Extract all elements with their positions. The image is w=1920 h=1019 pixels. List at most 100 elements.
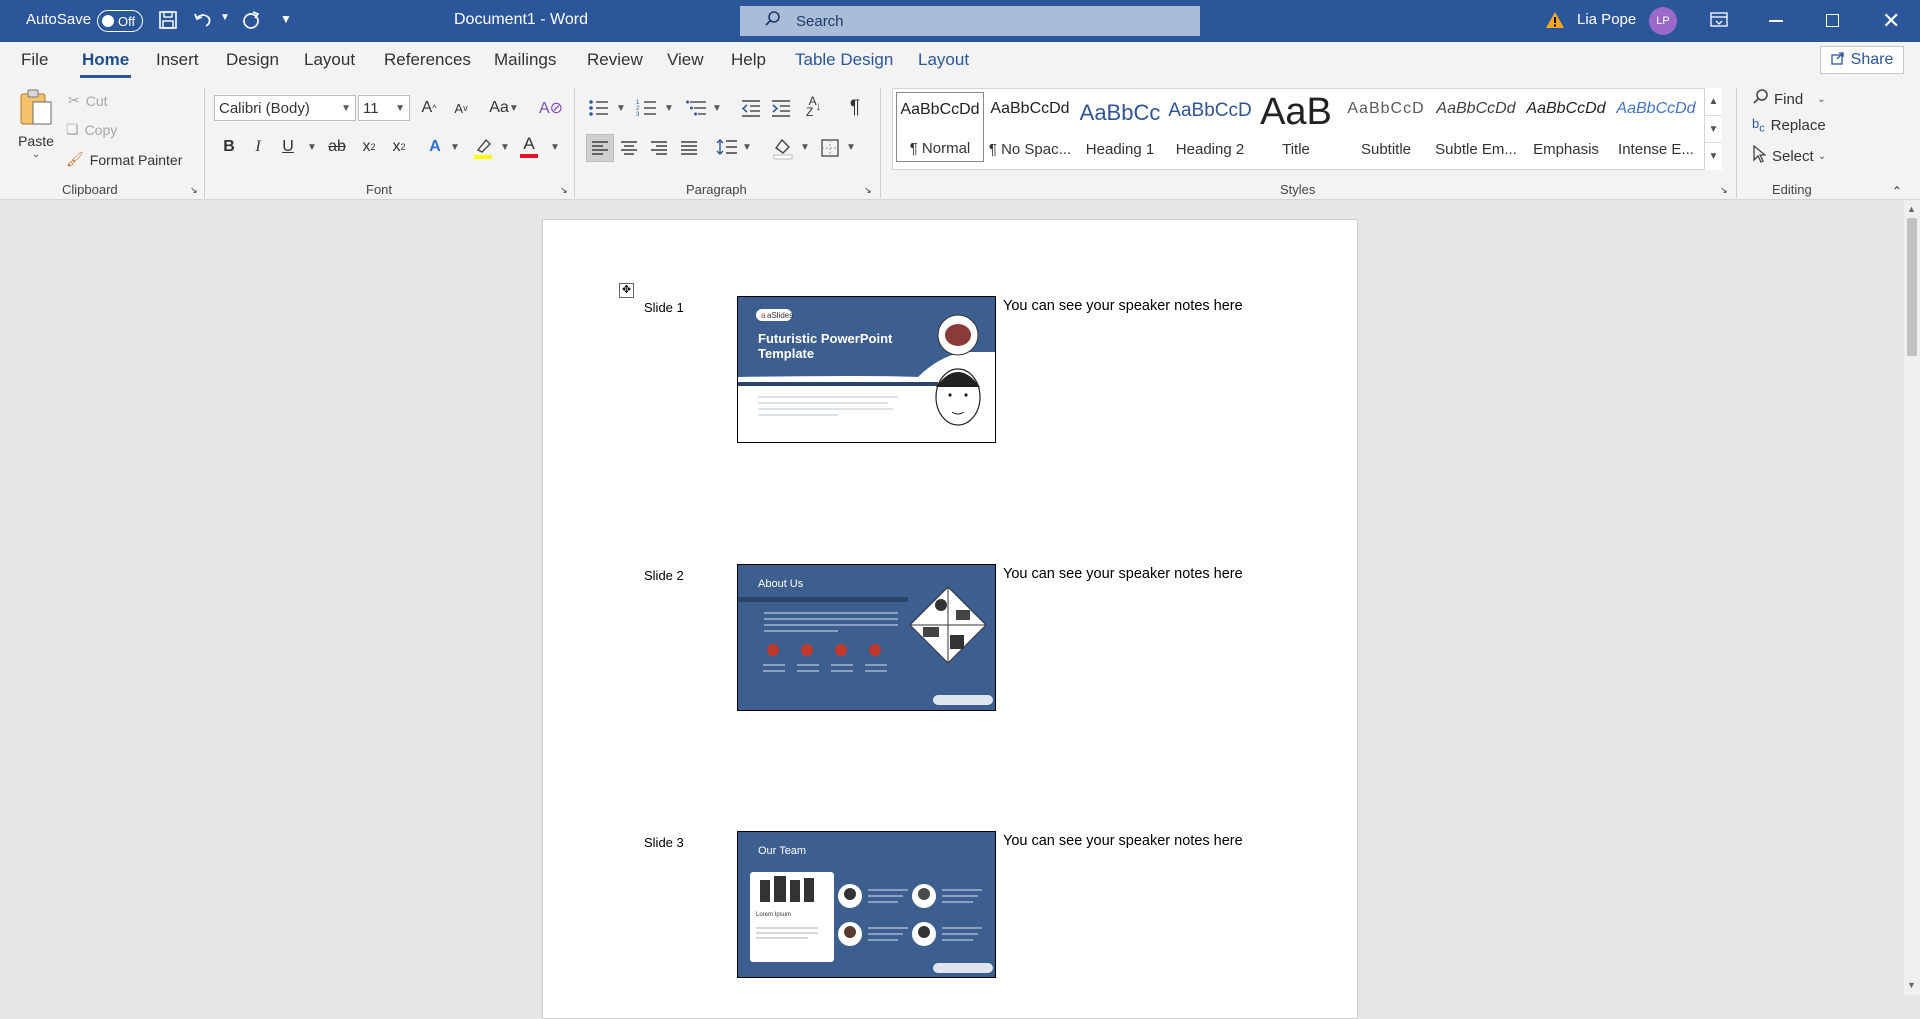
avatar[interactable]: LP bbox=[1649, 7, 1677, 35]
grow-font-icon[interactable]: A ^ bbox=[418, 97, 440, 119]
save-icon[interactable] bbox=[158, 10, 178, 30]
text-effects-dropdown-icon[interactable]: ▼ bbox=[450, 142, 460, 153]
multilevel-list-icon[interactable] bbox=[686, 98, 708, 121]
strikethrough-icon[interactable]: ab bbox=[326, 136, 348, 158]
line-spacing-icon[interactable] bbox=[716, 138, 738, 159]
align-right-icon[interactable] bbox=[650, 140, 668, 159]
tab-review[interactable]: Review bbox=[587, 50, 643, 70]
restore-button[interactable] bbox=[1826, 14, 1839, 27]
bold-icon[interactable]: B bbox=[218, 136, 240, 158]
customize-qat-icon[interactable]: ▼ bbox=[280, 12, 292, 26]
more-styles-icon[interactable]: ▼ bbox=[1705, 142, 1722, 169]
search-box[interactable]: Search bbox=[740, 6, 1200, 36]
undo-dropdown-icon[interactable]: ▼ bbox=[220, 12, 230, 23]
warning-icon[interactable] bbox=[1545, 10, 1565, 30]
underline-dropdown-icon[interactable]: ▼ bbox=[307, 142, 317, 153]
style-no-spacing[interactable]: AaBbCcDd ¶ No Spac... bbox=[986, 92, 1074, 162]
cut-button[interactable]: ✂ Cut bbox=[68, 92, 108, 109]
tab-table-layout[interactable]: Layout bbox=[918, 50, 969, 70]
shading-icon[interactable] bbox=[772, 136, 794, 163]
close-button[interactable]: ✕ bbox=[1882, 8, 1900, 34]
autosave-toggle[interactable]: Off bbox=[97, 10, 143, 32]
slide-thumbnail[interactable]: About Us bbox=[737, 564, 996, 711]
borders-icon[interactable] bbox=[820, 138, 840, 161]
replace-button[interactable]: bc Replace bbox=[1752, 116, 1826, 135]
styles-launcher-icon[interactable]: ↘ bbox=[1720, 185, 1728, 196]
scroll-thumb[interactable] bbox=[1907, 218, 1917, 356]
ribbon-display-options-icon[interactable] bbox=[1710, 12, 1728, 28]
redo-icon[interactable] bbox=[240, 9, 262, 31]
font-size-combo[interactable]: 11 ▼ bbox=[358, 95, 410, 121]
decrease-indent-icon[interactable] bbox=[740, 98, 762, 121]
borders-dropdown-icon[interactable]: ▼ bbox=[846, 142, 856, 153]
tab-design[interactable]: Design bbox=[226, 50, 279, 70]
share-button[interactable]: Share bbox=[1820, 46, 1904, 74]
style-subtitle[interactable]: AaBbCcD Subtitle bbox=[1342, 92, 1430, 162]
document-page[interactable]: ✥ Slide 1 a aSlides Futuristic PowerPoin… bbox=[542, 219, 1358, 1019]
numbering-dropdown-icon[interactable]: ▼ bbox=[664, 103, 674, 114]
tab-references[interactable]: References bbox=[384, 50, 471, 70]
style-normal[interactable]: AaBbCcDd ¶ Normal bbox=[896, 92, 984, 162]
font-color-dropdown-icon[interactable]: ▼ bbox=[550, 142, 560, 153]
underline-icon[interactable]: U bbox=[277, 136, 299, 158]
bullets-icon[interactable] bbox=[588, 98, 610, 121]
find-button[interactable]: Find ⌄ bbox=[1752, 88, 1826, 110]
copy-button[interactable]: ❏ Copy bbox=[66, 121, 117, 138]
show-formatting-icon[interactable]: ¶ bbox=[844, 97, 866, 119]
tab-file[interactable]: File bbox=[21, 50, 48, 70]
paragraph-launcher-icon[interactable]: ↘ bbox=[864, 185, 872, 196]
change-case-icon[interactable]: Aa ▼ bbox=[486, 97, 522, 119]
scroll-down-icon[interactable]: ▼ bbox=[1907, 980, 1916, 990]
font-name-combo[interactable]: Calibri (Body) ▼ bbox=[214, 95, 356, 121]
numbering-icon[interactable]: 123 bbox=[636, 98, 658, 121]
tab-view[interactable]: View bbox=[667, 50, 704, 70]
table-move-handle-icon[interactable]: ✥ bbox=[619, 283, 634, 298]
ribbon-tabs: File Home Insert Design Layout Reference… bbox=[0, 42, 1920, 78]
shading-dropdown-icon[interactable]: ▼ bbox=[800, 142, 810, 153]
style-emphasis[interactable]: AaBbCcDd Emphasis bbox=[1522, 92, 1610, 162]
shrink-font-icon[interactable]: Av bbox=[450, 97, 472, 119]
tab-home[interactable]: Home bbox=[79, 50, 132, 78]
user-name[interactable]: Lia Pope bbox=[1577, 11, 1636, 28]
italic-icon[interactable]: I bbox=[247, 136, 269, 158]
undo-icon[interactable] bbox=[192, 9, 214, 31]
highlight-dropdown-icon[interactable]: ▼ bbox=[500, 142, 510, 153]
scroll-up-icon[interactable]: ▲ bbox=[1907, 204, 1916, 214]
superscript-icon[interactable]: x2 bbox=[388, 136, 410, 158]
tab-table-design[interactable]: Table Design bbox=[795, 50, 893, 70]
select-button[interactable]: Select ⌄ bbox=[1752, 144, 1826, 167]
style-subtle-emphasis[interactable]: AaBbCcDd Subtle Em... bbox=[1432, 92, 1520, 162]
vertical-scrollbar[interactable]: ▲ ▼ bbox=[1904, 200, 1920, 995]
style-intense-emphasis[interactable]: AaBbCcDd Intense E... bbox=[1612, 92, 1700, 162]
justify-icon[interactable] bbox=[680, 140, 698, 159]
chevron-down-icon[interactable]: ▼ bbox=[1705, 115, 1722, 142]
style-heading-2[interactable]: AaBbCcD Heading 2 bbox=[1166, 92, 1254, 162]
style-title[interactable]: AaB Title bbox=[1252, 92, 1340, 162]
tab-insert[interactable]: Insert bbox=[156, 50, 199, 70]
tab-help[interactable]: Help bbox=[731, 50, 766, 70]
increase-indent-icon[interactable] bbox=[770, 98, 792, 121]
minimize-button[interactable] bbox=[1769, 20, 1783, 22]
font-launcher-icon[interactable]: ↘ bbox=[560, 185, 568, 196]
line-spacing-dropdown-icon[interactable]: ▼ bbox=[742, 142, 752, 153]
align-center-icon[interactable] bbox=[620, 140, 638, 159]
text-effects-icon[interactable]: A bbox=[424, 136, 446, 158]
multilevel-dropdown-icon[interactable]: ▼ bbox=[712, 103, 722, 114]
collapse-ribbon-icon[interactable]: ⌃ bbox=[1892, 184, 1902, 198]
clear-formatting-icon[interactable]: A⊘ bbox=[539, 97, 563, 119]
subscript-icon[interactable]: x2 bbox=[358, 136, 380, 158]
clipboard-launcher-icon[interactable]: ↘ bbox=[190, 185, 198, 196]
slide-thumbnail[interactable]: Our Team Lorem Ipsum bbox=[737, 831, 996, 978]
align-left-icon[interactable] bbox=[586, 134, 614, 162]
bullets-dropdown-icon[interactable]: ▼ bbox=[616, 103, 626, 114]
tab-mailings[interactable]: Mailings bbox=[494, 50, 556, 70]
highlight-icon[interactable] bbox=[472, 136, 494, 163]
format-painter-button[interactable]: 🖌 Format Painter bbox=[66, 151, 182, 168]
sort-icon[interactable]: A Z ↓ bbox=[806, 95, 821, 118]
paste-button[interactable]: Paste ⌄ bbox=[14, 88, 58, 168]
chevron-up-icon[interactable]: ▲ bbox=[1705, 88, 1722, 115]
tab-layout[interactable]: Layout bbox=[304, 50, 355, 70]
font-color-icon[interactable]: A bbox=[520, 134, 538, 158]
slide-thumbnail[interactable]: a aSlides Futuristic PowerPoint Template bbox=[737, 296, 996, 443]
style-heading-1[interactable]: AaBbCc Heading 1 bbox=[1076, 92, 1164, 162]
